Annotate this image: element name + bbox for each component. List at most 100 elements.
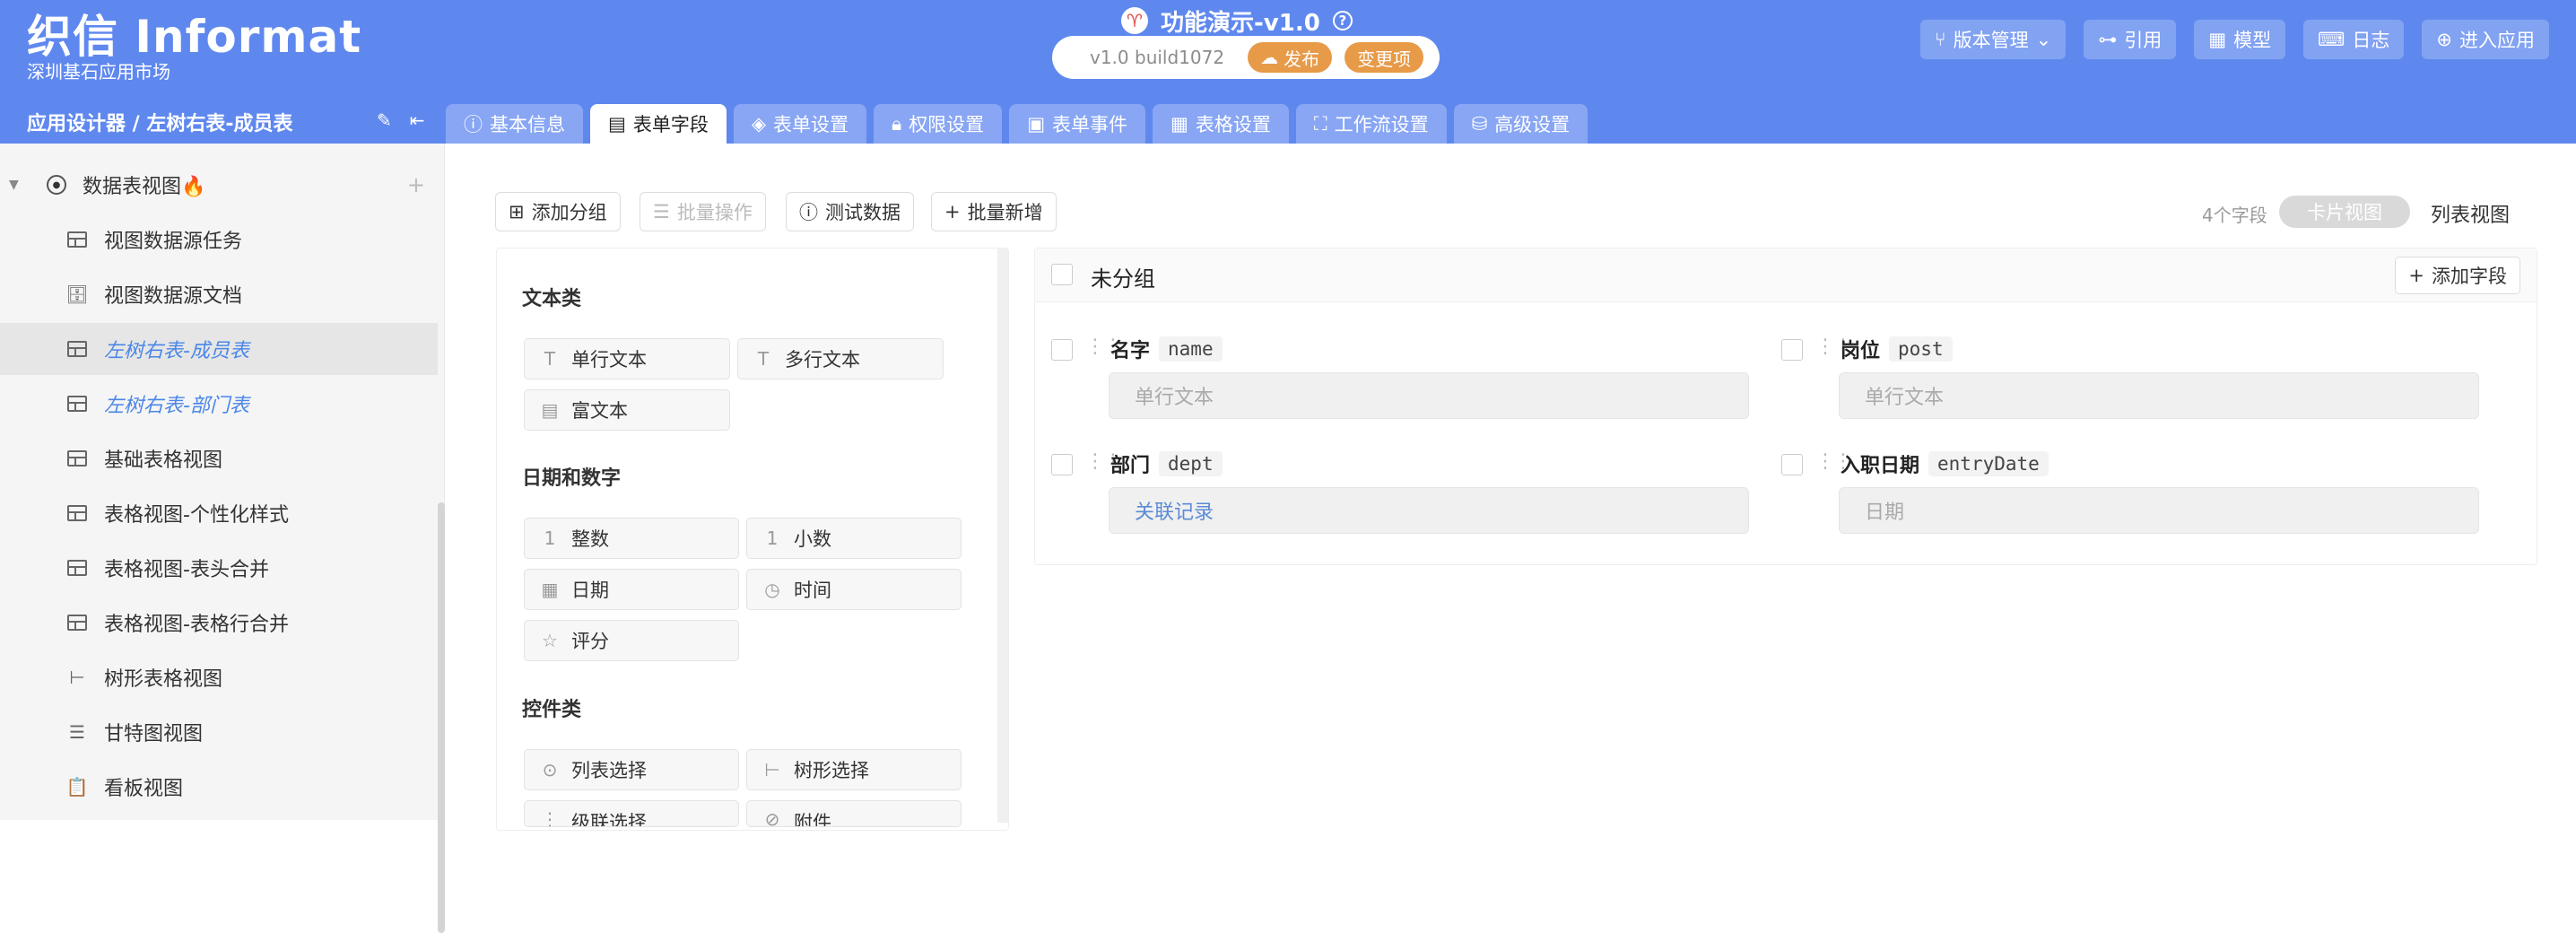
publish-label: 发布 xyxy=(1284,48,1320,70)
caret-down-icon[interactable]: ▼ xyxy=(9,178,27,192)
batch-ops-button[interactable]: ☰ 批量操作 xyxy=(640,192,766,231)
add-field-button[interactable]: + 添加字段 xyxy=(2395,257,2520,294)
add-field-label: 添加字段 xyxy=(2432,266,2507,287)
add-group-button[interactable]: ⊞ 添加分组 xyxy=(495,192,621,231)
tab-advanced[interactable]: ⛁ 高级设置 xyxy=(1453,104,1588,144)
test-data-button[interactable]: ⓘ 测试数据 xyxy=(786,192,914,231)
star-icon: ☆ xyxy=(542,630,558,651)
field-checkbox[interactable] xyxy=(1781,339,1803,361)
sidebar-item[interactable]: 表格视图-表格行合并 xyxy=(0,597,438,649)
batch-add-button[interactable]: + 批量新增 xyxy=(931,192,1057,231)
palette-item[interactable]: ▦ 日期 xyxy=(524,569,739,610)
field-input[interactable]: 单行文本 xyxy=(1109,372,1749,419)
palette-section-title: 文本类 xyxy=(522,288,582,310)
sidebar-item[interactable]: 左树右表-部门表 xyxy=(0,378,438,430)
enter-app-button[interactable]: ⊕ 进入应用 xyxy=(2422,20,2549,59)
field-input[interactable]: 关联记录 xyxy=(1109,487,1749,534)
tab-form-settings[interactable]: ◈ 表单设置 xyxy=(733,104,866,144)
sidebar-item-label: 表格视图-个性化样式 xyxy=(104,504,289,527)
palette-item[interactable]: ⋮ 级联选择 xyxy=(524,800,739,827)
changes-button[interactable]: 变更项 xyxy=(1345,42,1424,73)
sidebar-item[interactable]: 基础表格视图 xyxy=(0,432,438,484)
tab-permissions[interactable]: 🔒︎ 权限设置 xyxy=(874,104,1003,144)
sidebar-item[interactable]: ⊢ 树形表格视图 xyxy=(0,651,438,703)
text-icon: T xyxy=(544,348,556,370)
sidebar-item[interactable]: 🗄︎ 视图数据源文档 xyxy=(0,268,438,320)
sidebar-scrollbar[interactable] xyxy=(438,502,445,933)
help-icon[interactable]: ? xyxy=(1332,11,1353,31)
palette-item-label: 单行文本 xyxy=(571,349,647,371)
batch-add-label: 批量新增 xyxy=(967,202,1043,223)
field-name: 入职日期 xyxy=(1841,455,1920,477)
palette-item-label: 日期 xyxy=(571,580,609,601)
list-view-toggle[interactable]: 列表视图 xyxy=(2431,199,2510,228)
model-button[interactable]: ▦ 模型 xyxy=(2194,20,2286,59)
palette-item[interactable]: T 单行文本 xyxy=(524,338,730,379)
sidebar-item-selected[interactable]: 左树右表-成员表 xyxy=(0,323,438,375)
card-view-toggle[interactable]: 卡片视图 xyxy=(2279,196,2410,228)
palette-item[interactable]: ⊢ 树形选择 xyxy=(746,749,962,790)
palette-item[interactable]: 1 小数 xyxy=(746,518,962,559)
palette-item[interactable]: 1 整数 xyxy=(524,518,739,559)
image-icon: ▣ xyxy=(1027,113,1046,135)
sidebar-section-label: 数据表视图🔥 xyxy=(83,176,206,198)
reference-button[interactable]: ⊶ 引用 xyxy=(2084,20,2177,59)
check-circle-icon: ⊙ xyxy=(542,759,558,780)
sidebar-item[interactable]: ☰ 甘特图视图 xyxy=(0,706,438,758)
table-icon xyxy=(66,230,88,249)
collapse-icon[interactable]: ⇤ xyxy=(410,109,425,131)
edit-icon[interactable]: ✎ xyxy=(377,109,392,131)
version-manage-button[interactable]: ⑂ 版本管理 ⌄ xyxy=(1920,20,2067,59)
palette-item[interactable]: ◷ 时间 xyxy=(746,569,962,610)
field-checkbox[interactable] xyxy=(1781,454,1803,475)
log-button[interactable]: ⌨ 日志 xyxy=(2303,20,2405,59)
tab-form-fields[interactable]: ▤ 表单字段 xyxy=(590,104,727,144)
group-checkbox[interactable] xyxy=(1051,264,1073,285)
table-icon xyxy=(66,613,88,632)
palette-item[interactable]: ⊙ 列表选择 xyxy=(524,749,739,790)
sidebar-item[interactable]: 表格视图-个性化样式 xyxy=(0,487,438,539)
text-icon: T xyxy=(757,348,770,370)
sidebar-section-header[interactable]: ▼ ● 数据表视图🔥 + xyxy=(0,161,445,208)
decimal-icon: 1 xyxy=(766,528,779,549)
publish-button[interactable]: ☁ 发布 xyxy=(1248,42,1333,73)
branch-icon: ⑂ xyxy=(1935,29,1946,50)
breadcrumb: 应用设计器 / 左树右表-成员表 xyxy=(27,113,293,135)
chevron-down-icon: ⌄ xyxy=(2035,29,2052,50)
palette-item[interactable]: T 多行文本 xyxy=(737,338,944,379)
tab-form-events[interactable]: ▣ 表单事件 xyxy=(1009,104,1146,144)
clock-icon: ◷ xyxy=(764,579,780,600)
palette-item[interactable]: ▤ 富文本 xyxy=(524,389,730,431)
tab-basic-info[interactable]: ⓘ 基本信息 xyxy=(446,104,583,144)
terminal-icon: ⌨ xyxy=(2318,29,2345,50)
field-checkbox[interactable] xyxy=(1051,339,1073,361)
field-input[interactable]: 单行文本 xyxy=(1839,372,2479,419)
field-code: entryDate xyxy=(1928,451,2049,476)
palette-item[interactable]: ☆ 评分 xyxy=(524,620,739,661)
file-cabinet-icon: 🗄︎ xyxy=(65,283,89,305)
cloud-upload-icon: ☁ xyxy=(1260,47,1279,68)
batch-ops-label: 批量操作 xyxy=(676,202,753,223)
app-title: 功能演示-v1.0 xyxy=(1161,9,1320,37)
field-input[interactable]: 日期 xyxy=(1839,487,2479,534)
table-icon xyxy=(66,339,88,359)
breadcrumb-tools: ✎ ⇤ xyxy=(377,109,425,131)
field-checkbox[interactable] xyxy=(1051,454,1073,475)
tab-table-settings[interactable]: ▦ 表格设置 xyxy=(1153,104,1289,144)
add-icon[interactable]: + xyxy=(407,172,425,197)
field-count: 4个字段 xyxy=(2202,205,2267,226)
database-icon: ⛁ xyxy=(1471,113,1488,135)
header-actions: ⑂ 版本管理 ⌄ ⊶ 引用 ▦ 模型 ⌨ 日志 ⊕ 进入应用 xyxy=(1920,20,2549,59)
sidebar-item-label: 表格视图-表头合并 xyxy=(104,559,269,581)
palette-scrollbar[interactable] xyxy=(997,249,1008,823)
palette-item-label: 富文本 xyxy=(571,400,628,422)
lock-icon: 🔒︎ xyxy=(892,112,902,135)
tab-label: 表单字段 xyxy=(632,114,709,135)
sidebar-item-label: 视图数据源文档 xyxy=(104,285,243,308)
folder-plus-icon: ⊞ xyxy=(509,201,525,222)
tab-workflow[interactable]: ⛶ 工作流设置 xyxy=(1295,104,1447,144)
sidebar-item[interactable]: 表格视图-表头合并 xyxy=(0,542,438,594)
sidebar-item[interactable]: 视图数据源任务 xyxy=(0,214,438,266)
sidebar-item[interactable]: 📋 看板视图 xyxy=(0,761,438,813)
palette-item[interactable]: ⊘ 附件 xyxy=(746,800,962,827)
